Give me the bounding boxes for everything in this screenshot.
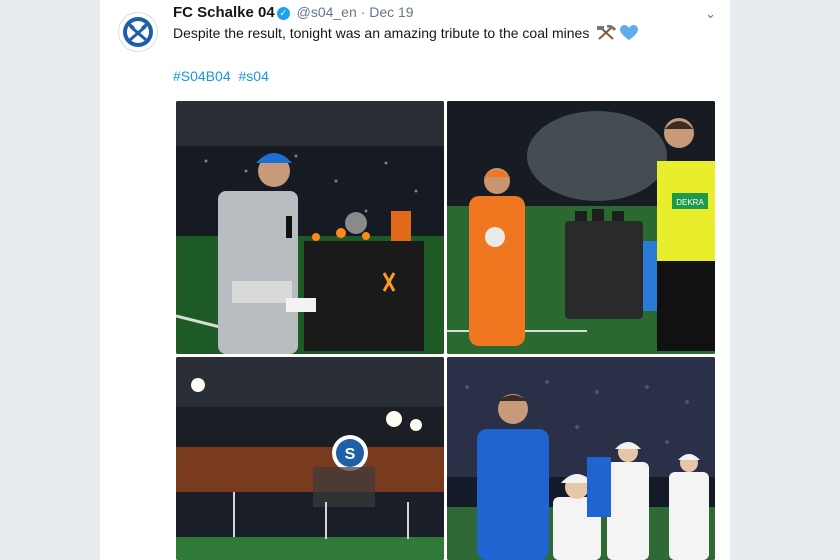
- tweet-date[interactable]: Dec 19: [369, 4, 413, 20]
- man-in-orange-suit-with-ball-photo[interactable]: DEKRA: [447, 101, 715, 354]
- tweet-text-body: Despite the result, tonight was an amazi…: [173, 25, 590, 41]
- schalke-crest-icon: [123, 17, 153, 47]
- hashtag-link[interactable]: #s04: [239, 68, 269, 84]
- dekra-sponsor-text: DEKRA: [676, 198, 704, 207]
- tweet-text: Despite the result, tonight was an amazi…: [173, 24, 639, 41]
- hashtag-link[interactable]: #S04B04: [173, 68, 231, 84]
- stadium-schalke-logo-photo[interactable]: S: [176, 357, 444, 560]
- svg-text:S: S: [345, 446, 356, 463]
- chevron-down-icon[interactable]: ⌄: [705, 6, 716, 22]
- miner-with-microphone-photo[interactable]: [176, 101, 444, 354]
- tweet-card: FC Schalke 04 ✓ @s04_en · Dec 19 ⌄ Despit…: [100, 0, 730, 560]
- blue-heart-icon: [620, 25, 639, 40]
- hashtag-row: #S04B04 #s04: [173, 68, 273, 84]
- tweet-header: FC Schalke 04 ✓ @s04_en · Dec 19: [173, 4, 414, 21]
- author-handle[interactable]: @s04_en: [297, 4, 357, 20]
- hammer-and-pick-icon: [597, 24, 617, 40]
- player-with-mascots-photo[interactable]: [447, 357, 715, 560]
- schalke-avatar[interactable]: [118, 12, 158, 52]
- verified-badge-icon: ✓: [276, 7, 290, 20]
- separator-dot: ·: [360, 4, 366, 20]
- author-name[interactable]: FC Schalke 04: [173, 4, 275, 21]
